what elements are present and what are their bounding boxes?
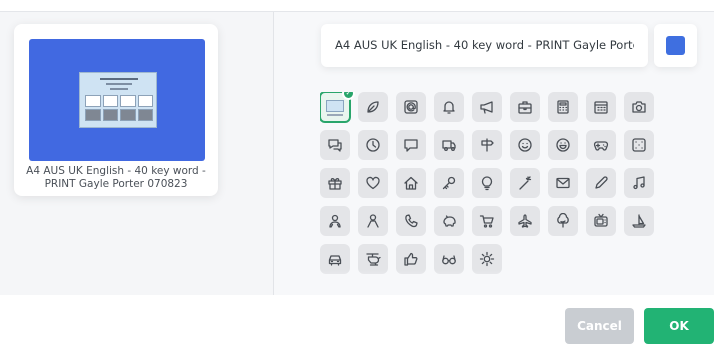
car-icon [328, 255, 342, 266]
icon-option[interactable] [548, 130, 578, 160]
chat-bubbles-icon [328, 139, 342, 152]
icon-option[interactable] [434, 244, 464, 274]
icon-option[interactable] [396, 206, 426, 236]
tv-icon [594, 213, 608, 227]
icon-option[interactable] [358, 168, 388, 198]
delivery-truck-icon [442, 140, 456, 151]
airplane-icon [518, 214, 532, 228]
sun-icon [479, 251, 495, 267]
icon-option[interactable] [434, 130, 464, 160]
icon-option[interactable] [510, 92, 540, 122]
leaf-icon [367, 101, 379, 113]
icon-option[interactable] [320, 168, 350, 198]
icon-option[interactable] [320, 244, 350, 274]
name-field-value[interactable]: A4 AUS UK English - 40 key word - PRINT … [335, 38, 634, 52]
icon-option[interactable] [624, 206, 654, 236]
icon-option[interactable] [396, 244, 426, 274]
icon-option[interactable] [548, 92, 578, 122]
icon-option[interactable] [586, 92, 616, 122]
icon-option[interactable] [472, 244, 502, 274]
icon-option[interactable] [472, 92, 502, 122]
template-card[interactable]: A4 AUS UK English - 40 key word - PRINT … [14, 24, 218, 196]
helicopter-icon [366, 253, 381, 266]
tree-icon [557, 213, 569, 228]
music-note-icon [633, 176, 645, 190]
smile-icon [518, 138, 532, 152]
ok-button[interactable]: OK [644, 308, 714, 344]
phone-icon [405, 214, 418, 228]
icon-option[interactable] [358, 130, 388, 160]
calendar-icon [594, 101, 608, 114]
bell-icon [443, 101, 455, 114]
icon-option[interactable] [396, 130, 426, 160]
icon-option[interactable] [434, 168, 464, 198]
lightbulb-icon [481, 176, 493, 191]
icon-option[interactable] [358, 244, 388, 274]
icon-select-dialog: A4 AUS UK English - 40 key word - PRINT … [0, 0, 714, 344]
glasses-icon [442, 255, 456, 265]
icon-option[interactable] [510, 206, 540, 236]
icon-option[interactable] [624, 168, 654, 198]
icon-option[interactable] [586, 130, 616, 160]
at-sign-icon [404, 100, 418, 114]
template-preview-icon [326, 100, 344, 112]
chat-bubble-icon [404, 139, 418, 152]
template-caption: A4 AUS UK English - 40 key word - PRINT … [26, 165, 206, 190]
envelope-icon [556, 177, 570, 189]
icon-option[interactable] [624, 92, 654, 122]
icon-option[interactable] [320, 130, 350, 160]
thumbs-up-icon [404, 252, 418, 266]
icon-option[interactable] [320, 206, 350, 236]
icon-option[interactable] [358, 206, 388, 236]
icon-option[interactable] [472, 168, 502, 198]
home-icon [404, 176, 418, 190]
piggy-bank-icon [443, 215, 456, 227]
icon-option[interactable] [548, 168, 578, 198]
name-field[interactable]: A4 AUS UK English - 40 key word - PRINT … [321, 24, 648, 67]
icon-option[interactable] [472, 130, 502, 160]
pen-icon [595, 176, 608, 189]
gift-icon [328, 178, 342, 190]
key-icon [442, 176, 456, 190]
icon-option[interactable] [548, 206, 578, 236]
icon-grid: ✓ [320, 92, 660, 276]
gamepad-icon [593, 141, 609, 151]
icon-option[interactable] [510, 168, 540, 198]
check-icon: ✓ [342, 92, 355, 100]
briefcase-icon [518, 101, 532, 114]
color-picker-button[interactable] [654, 24, 697, 67]
template-page-preview [79, 72, 157, 128]
heart-icon [366, 176, 380, 190]
icon-option[interactable] [586, 168, 616, 198]
icon-option[interactable] [472, 206, 502, 236]
shopping-cart-icon [479, 215, 494, 228]
megaphone-icon [480, 101, 493, 114]
icon-option[interactable] [624, 130, 654, 160]
signpost-icon [481, 138, 494, 152]
people-icon [329, 214, 341, 228]
calculator-icon [557, 100, 569, 114]
template-thumbnail [29, 39, 205, 161]
icon-option[interactable] [434, 92, 464, 122]
grin-icon [556, 138, 570, 152]
icon-option[interactable] [358, 92, 388, 122]
cancel-button[interactable]: Cancel [565, 308, 634, 344]
clock-icon [366, 138, 380, 152]
icon-option[interactable] [586, 206, 616, 236]
person-icon [367, 214, 379, 228]
color-swatch [666, 36, 685, 55]
icon-option[interactable]: ✓ [320, 92, 355, 123]
camera-icon [632, 101, 646, 113]
sailboat-icon [632, 214, 646, 228]
dice-icon [632, 138, 646, 152]
icon-option[interactable] [396, 168, 426, 198]
icon-option[interactable] [510, 130, 540, 160]
magic-wand-icon [519, 176, 532, 190]
icon-option[interactable] [396, 92, 426, 122]
icon-option[interactable] [434, 206, 464, 236]
